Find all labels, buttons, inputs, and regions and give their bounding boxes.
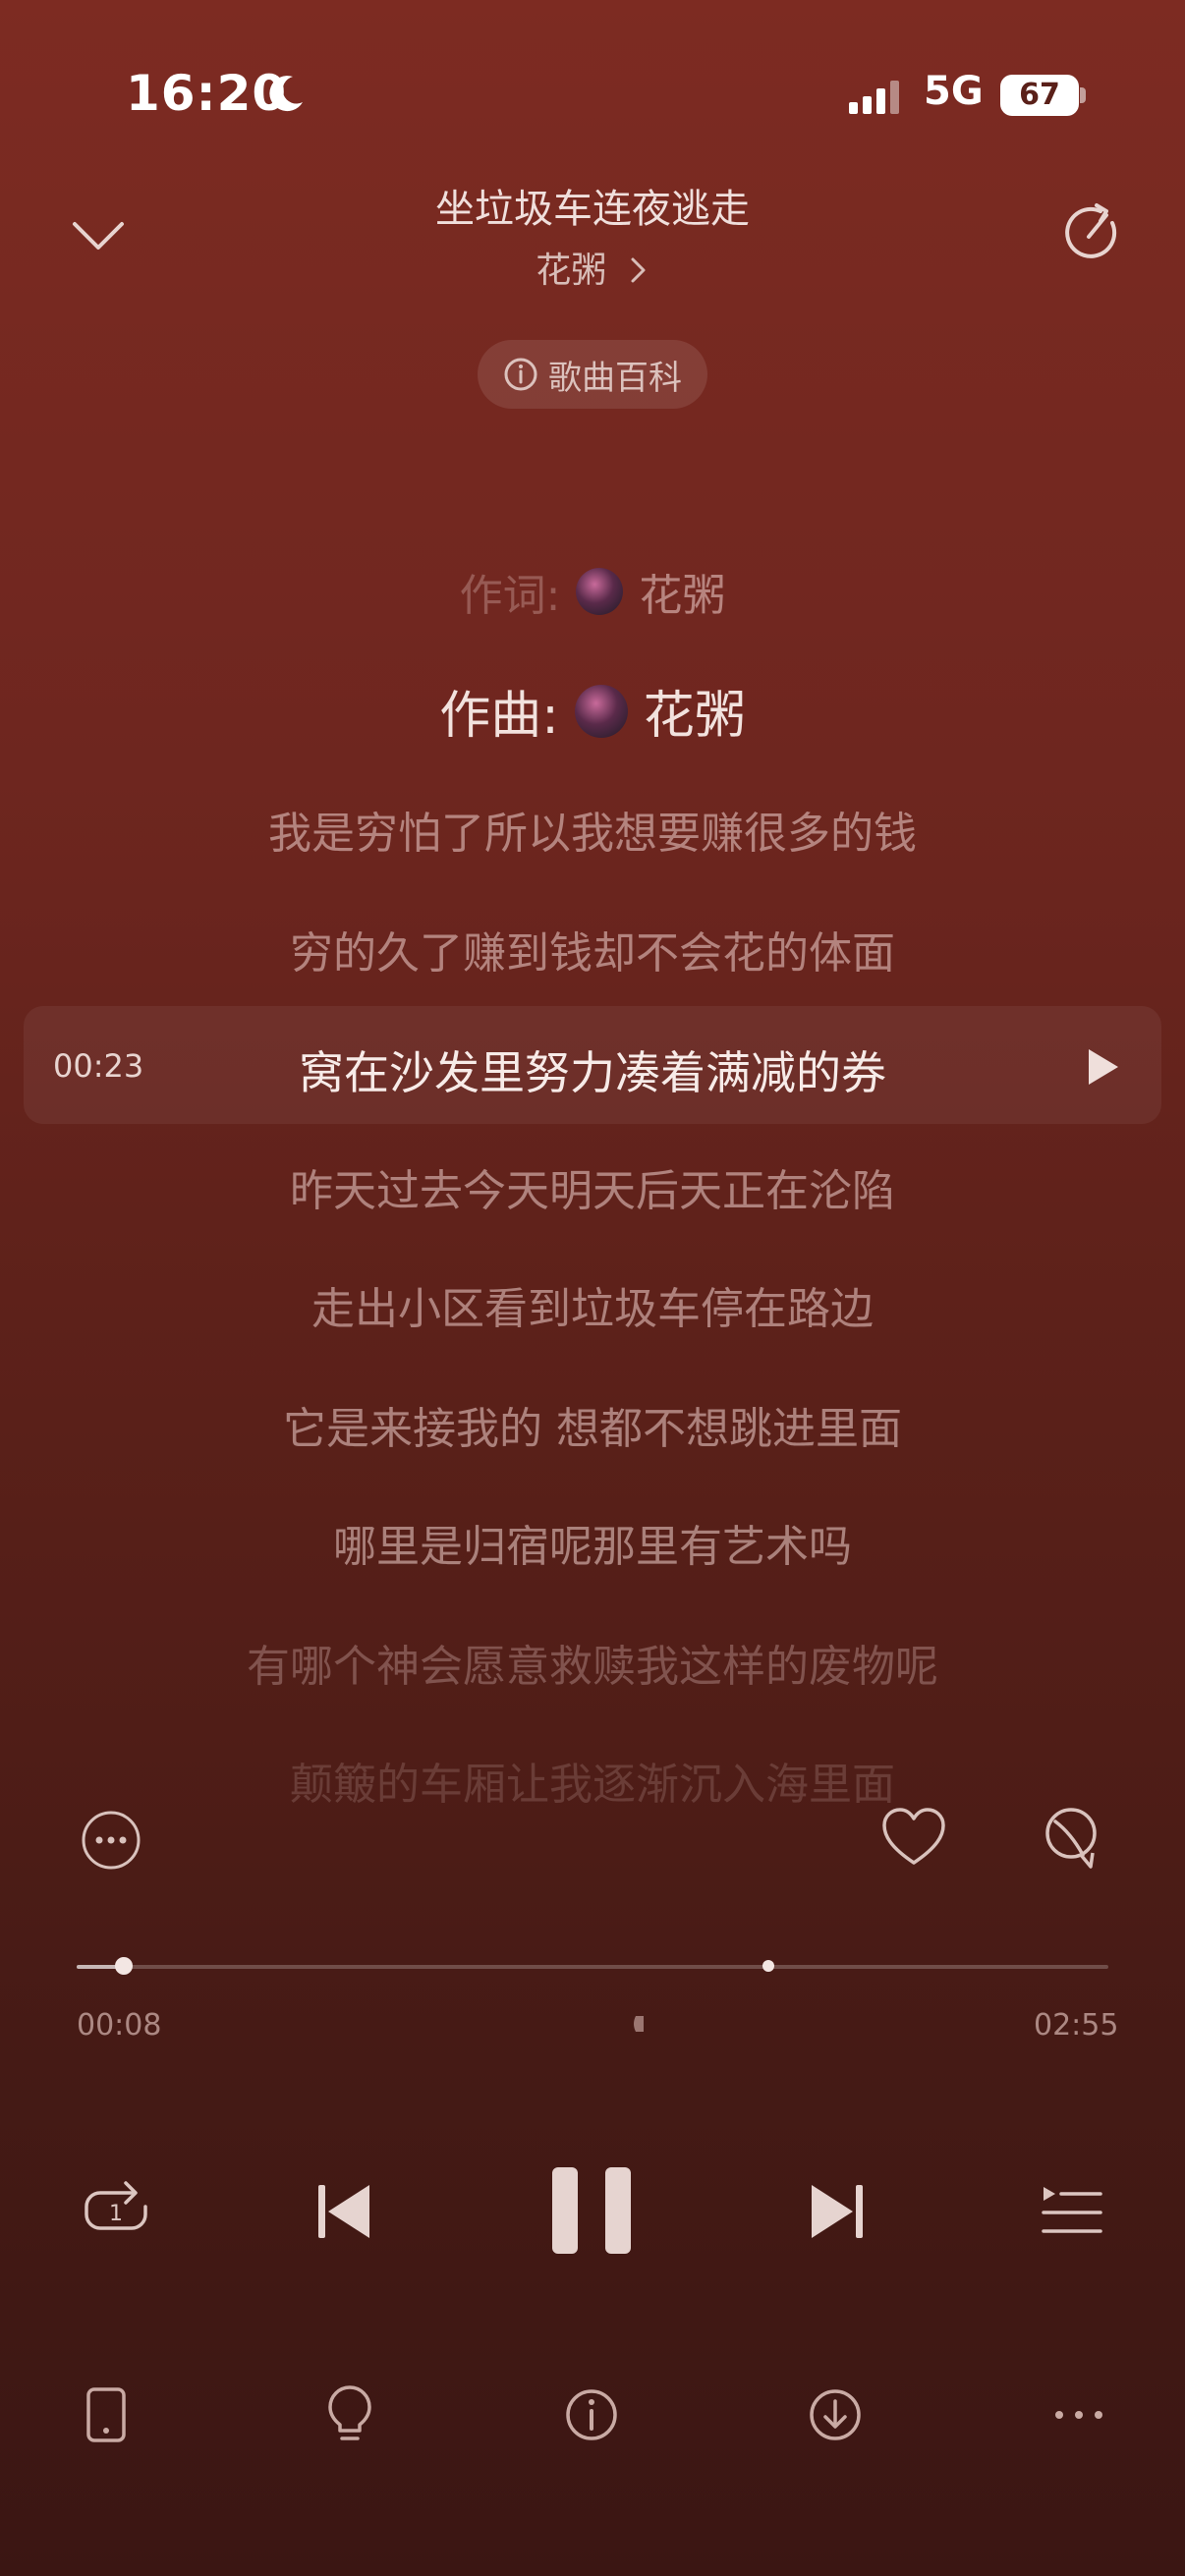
lyricist-label: 作词:: [459, 571, 561, 621]
song-title: 坐垃圾车连夜逃走: [435, 187, 750, 232]
audio-quality-icon[interactable]: [632, 2014, 646, 2034]
lyric-line[interactable]: 有哪个神会愿意救赎我这样的废物呢: [0, 1631, 1185, 1694]
more-horizontal-icon[interactable]: [1051, 2385, 1106, 2444]
lyric-line[interactable]: 穷的久了赚到钱却不会花的体面: [0, 918, 1185, 980]
battery-cap: [1080, 87, 1086, 103]
battery-indicator: 67: [1000, 75, 1079, 116]
signal-icon: [849, 81, 899, 114]
composer-label: 作曲:: [439, 687, 559, 746]
lyric-line[interactable]: 它是来接我的 想都不想跳进里面: [0, 1393, 1185, 1456]
composer-name: 花粥: [643, 687, 746, 746]
lyricist-credit: 作词: 花粥: [0, 560, 1185, 623]
moon-icon: [269, 76, 303, 112]
phone-device-icon[interactable]: [79, 2385, 134, 2444]
repeat-one-icon[interactable]: 1: [83, 2179, 149, 2242]
song-wiki-button[interactable]: 歌曲百科: [478, 340, 707, 409]
lyricist-name: 花粥: [639, 571, 726, 621]
artist-link[interactable]: 花粥: [295, 242, 890, 293]
network-type: 5G: [924, 69, 984, 114]
lyric-line[interactable]: 走出小区看到垃圾车停在路边: [0, 1273, 1185, 1336]
playlist-icon[interactable]: [1042, 2185, 1102, 2238]
info-icon: [504, 358, 537, 391]
chevron-down-icon[interactable]: [69, 206, 128, 265]
heart-icon[interactable]: [880, 1806, 947, 1869]
lyric-line[interactable]: 我是穷怕了所以我想要赚很多的钱: [0, 798, 1185, 861]
lyric-line[interactable]: 颠簸的车厢让我逐渐沉入海里面: [0, 1749, 1185, 1804]
lyric-line[interactable]: 昨天过去今天明天后天正在沦陷: [0, 1155, 1185, 1218]
battery-percent: 67: [1019, 78, 1060, 112]
play-from-line-icon[interactable]: [1085, 1047, 1120, 1087]
more-circle-icon[interactable]: [81, 1810, 141, 1871]
composer-credit: 作曲: 花粥: [0, 674, 1185, 748]
progress-track[interactable]: [77, 1965, 1108, 1969]
avatar: [574, 684, 628, 738]
current-lyric-line[interactable]: 窝在沙发里努力凑着满减的券: [0, 1037, 1185, 1102]
lightbulb-icon[interactable]: [322, 2385, 377, 2444]
download-icon[interactable]: [808, 2385, 863, 2444]
skip-next-icon[interactable]: [810, 2181, 865, 2242]
total-time: 02:55: [1034, 2008, 1119, 2043]
pause-icon[interactable]: [550, 2165, 633, 2256]
chevron-right-icon: [631, 257, 646, 283]
svg-text:1: 1: [109, 2202, 123, 2226]
lyric-line[interactable]: 哪里是归宿呢那里有艺术吗: [0, 1511, 1185, 1574]
avatar: [576, 568, 624, 615]
wiki-label: 歌曲百科: [548, 358, 682, 398]
elapsed-time: 00:08: [77, 2008, 162, 2043]
share-icon[interactable]: [1061, 201, 1124, 264]
comment-icon[interactable]: [1042, 1806, 1102, 1873]
artist-name: 花粥: [536, 251, 607, 291]
skip-previous-icon[interactable]: [316, 2181, 371, 2242]
progress-handle[interactable]: [115, 1957, 134, 1975]
info-circle-icon[interactable]: [564, 2385, 619, 2444]
highlight-marker[interactable]: [762, 1960, 774, 1972]
